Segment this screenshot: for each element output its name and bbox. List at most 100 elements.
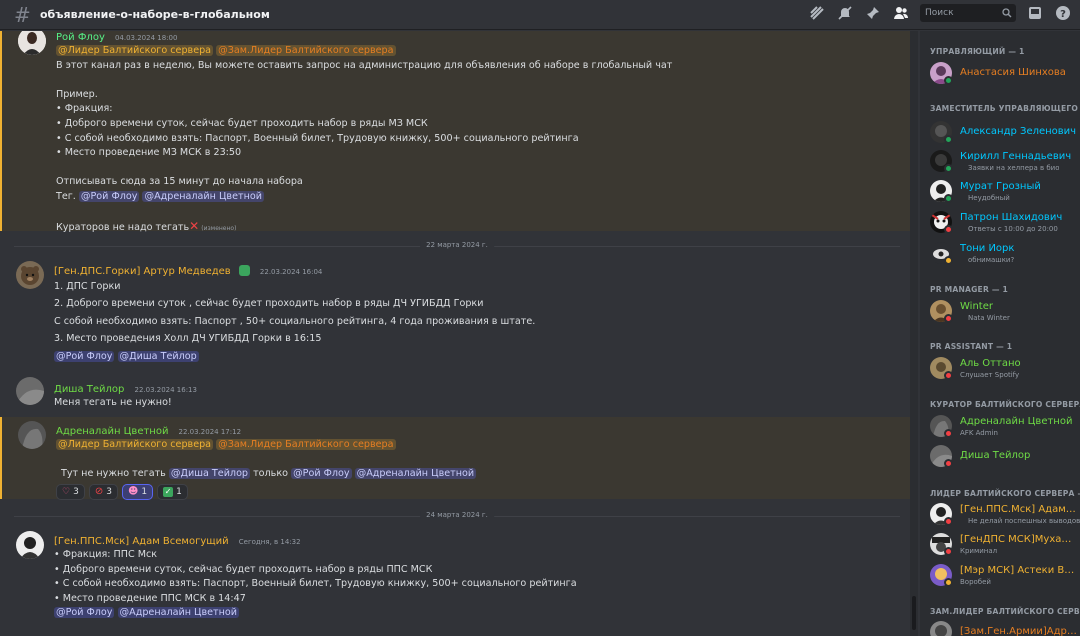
member-item[interactable]: Адреналайн Цветной AFK Admin xyxy=(930,415,1078,441)
status-dnd-icon xyxy=(944,429,953,438)
message-line xyxy=(56,73,900,88)
member-item[interactable]: Аль Оттано Слушает Spotify xyxy=(930,357,1078,383)
header-toolbar: Поиск ? xyxy=(808,4,1072,22)
member-name: [Зам.Ген.Армии]Адриан xyxy=(960,626,1078,636)
role-mention[interactable]: @Лидер Балтийского сервера xyxy=(56,439,214,450)
message-scrollbar-track[interactable] xyxy=(910,31,918,636)
member-name: Winter xyxy=(960,301,993,312)
message-author[interactable]: Диша Тейлор xyxy=(54,384,124,395)
channel-name: объявление-о-наборе-в-глобальном xyxy=(40,8,270,21)
member-status-text: Слушает Spotify xyxy=(960,371,1020,379)
reactions-bar: ♡ 3 ⊘ 3 ☻ 1 ✓ 1 xyxy=(56,483,900,500)
message-line: • Доброго времени суток, сейчас будет пр… xyxy=(54,563,433,575)
status-dnd-icon xyxy=(944,314,953,323)
member-status-text: Воробей xyxy=(960,578,991,586)
role-badge-icon xyxy=(238,265,250,276)
message-item[interactable]: Рой Флоу 04.03.2024 18:00 @Лидер Балтийс… xyxy=(0,31,910,233)
member-group-header: ЗАМ.ЛИДЕР БАЛТИЙСКОГО СЕРВЕРА — 1 xyxy=(930,607,1080,616)
message-line: • С собой необходимо взять: Паспорт, Вое… xyxy=(56,132,579,144)
discord-window: # объявление-о-наборе-в-глобальном Поиск xyxy=(0,0,1080,636)
member-item[interactable]: Александр Зеленович xyxy=(930,121,1078,147)
help-icon[interactable]: ? xyxy=(1054,4,1072,22)
member-item[interactable]: Тони Йорк обнимашки? xyxy=(930,242,1078,268)
pin-icon[interactable] xyxy=(864,4,882,22)
message-line: 1. ДПС Горки xyxy=(54,281,121,292)
member-item[interactable]: [Зам.Ген.Армии]Адриан xyxy=(930,621,1078,636)
user-mention[interactable]: @Адреналайн Цветной xyxy=(142,190,264,202)
status-idle-icon xyxy=(944,256,953,265)
member-item[interactable]: Мурат Грозный Неудобный xyxy=(930,180,1078,206)
member-item[interactable]: Патрон Шахидович Ответы с 10:00 до 20:00 xyxy=(930,211,1078,237)
user-mention[interactable]: @Рой Флоу xyxy=(54,350,115,362)
no-entry-icon: ⊘ xyxy=(94,486,104,498)
member-list[interactable]: УПРАВЛЯЮЩИЙ — 1 Анастасия Шинхова ЗАМЕСТ… xyxy=(920,31,1080,636)
message-item[interactable]: [Ген.ДПС.Горки] Артур Медведев 22.03.202… xyxy=(0,257,910,363)
message-scrollbar-thumb[interactable] xyxy=(912,596,916,630)
member-name: Адреналайн Цветной xyxy=(960,416,1073,427)
message-timestamp: 22.03.2024 16:13 xyxy=(134,386,197,394)
status-dnd-icon xyxy=(944,371,953,380)
user-mention[interactable]: @Диша Тейлор xyxy=(168,468,251,480)
reaction-no-entry[interactable]: ⊘ 3 xyxy=(88,483,118,500)
user-mention[interactable]: @Рой Флоу xyxy=(291,468,352,480)
avatar[interactable] xyxy=(16,377,44,405)
message-author[interactable]: Рой Флоу xyxy=(56,32,105,43)
user-mention[interactable]: @Диша Тейлор xyxy=(117,350,199,362)
check-mark-icon: ✓ xyxy=(163,486,174,497)
reaction-check[interactable]: ✓ 1 xyxy=(157,483,188,500)
user-mention[interactable]: @Адреналайн Цветной xyxy=(354,468,477,480)
message-author[interactable]: Адреналайн Цветной xyxy=(56,426,168,437)
broken-heart-icon: ♡ xyxy=(62,486,71,497)
channel-hash-icon: # xyxy=(14,2,31,27)
message-text: только xyxy=(253,468,289,480)
message-line xyxy=(56,161,900,176)
threads-icon[interactable] xyxy=(808,4,826,22)
inbox-icon[interactable] xyxy=(1026,4,1044,22)
member-item[interactable]: Кирилл Геннадьевич Заявки на хелпера в б… xyxy=(930,150,1078,176)
status-dnd-icon xyxy=(944,459,953,468)
avatar[interactable] xyxy=(18,421,46,449)
member-name: [Мэр МСК] Астеки Воробей xyxy=(960,565,1078,576)
role-mention[interactable]: @Лидер Балтийского сервера xyxy=(56,45,214,56)
reaction-custom[interactable]: ☻ 1 xyxy=(121,483,154,500)
role-mention[interactable]: @Зам.Лидер Балтийского сервера xyxy=(216,45,396,56)
user-mention[interactable]: @Рой Флоу xyxy=(78,190,140,202)
member-item[interactable]: Диша Тейлор xyxy=(930,445,1078,471)
message-item[interactable]: Диша Тейлор 22.03.2024 16:13 Меня тегать… xyxy=(0,375,910,415)
member-group-header: PR ASSISTANT — 1 xyxy=(930,342,1013,351)
message-line: Пример. xyxy=(56,88,98,100)
footer-text: Кураторов не надо тегать xyxy=(56,222,190,234)
svg-text:?: ? xyxy=(1060,9,1066,20)
message-author[interactable]: [Ген.ППС.Мск] Адам Всемогущий xyxy=(54,536,229,547)
member-item[interactable]: [Мэр МСК] Астеки Воробей Воробей xyxy=(930,564,1078,590)
message-line: Отписывать сюда за 15 минут до начала на… xyxy=(56,176,303,188)
message-author[interactable]: [Ген.ДПС.Горки] Артур Медведев xyxy=(54,266,231,277)
status-online-icon xyxy=(944,164,953,173)
member-item[interactable]: Анастасия Шинхова xyxy=(930,62,1078,88)
reaction-heart-broken[interactable]: ♡ 3 xyxy=(56,483,85,500)
member-name: Мурат Грозный xyxy=(960,181,1041,192)
member-status-text: Nata Winter xyxy=(968,314,1010,322)
message-list[interactable]: Рой Флоу 04.03.2024 18:00 @Лидер Балтийс… xyxy=(0,31,910,636)
avatar[interactable] xyxy=(16,531,44,559)
message-item[interactable]: [Ген.ППС.Мск] Адам Всемогущий Сегодня, в… xyxy=(0,527,910,627)
member-list-icon[interactable] xyxy=(892,4,910,22)
user-mention[interactable]: @Рой Флоу xyxy=(54,607,115,619)
role-mention[interactable]: @Зам.Лидер Балтийского сервера xyxy=(216,439,396,450)
message-footer-line: Кураторов не надо тегать✕ (изменено) xyxy=(56,219,900,237)
avatar xyxy=(930,621,952,636)
member-item[interactable]: [ГенДПС МСК]Мухаммед Криминал xyxy=(930,533,1078,559)
search-input[interactable]: Поиск xyxy=(920,4,1016,22)
message-line: Меня тегать не нужно! xyxy=(54,397,172,408)
avatar[interactable] xyxy=(16,261,44,289)
message-item[interactable]: Адреналайн Цветной 22.03.2024 17:12 @Лид… xyxy=(0,417,910,500)
avatar[interactable] xyxy=(18,31,46,55)
member-name: Кирилл Геннадьевич xyxy=(960,151,1072,162)
message-line: 2. Доброго времени суток , сейчас будет … xyxy=(54,298,484,310)
message-line: С собой необходимо взять: Паспорт , 50+ … xyxy=(54,315,536,327)
member-item[interactable]: Winter Nata Winter xyxy=(930,300,1078,326)
member-item[interactable]: [Ген.ППС.Мск] Адам Всемогущий Не делай п… xyxy=(930,503,1080,529)
notification-muted-icon[interactable] xyxy=(836,4,854,22)
status-dnd-icon xyxy=(944,517,953,526)
user-mention[interactable]: @Адреналайн Цветной xyxy=(117,607,240,619)
